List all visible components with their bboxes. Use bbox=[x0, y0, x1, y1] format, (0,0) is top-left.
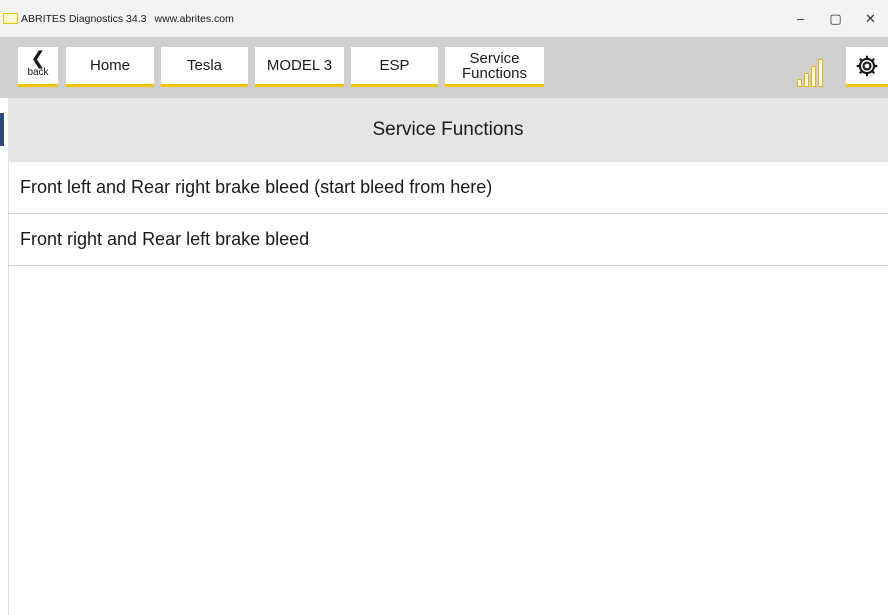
breadcrumb-service-functions[interactable]: Service Functions bbox=[445, 47, 544, 87]
app-title: ABRITES Diagnostics 34.3 bbox=[21, 12, 147, 25]
window-titlebar: ABRITES Diagnostics 34.3 www.abrites.com… bbox=[0, 0, 888, 37]
window-controls: – ▢ ✕ bbox=[783, 0, 888, 37]
close-button[interactable]: ✕ bbox=[853, 0, 888, 37]
chevron-left-icon: ❮ bbox=[30, 48, 46, 68]
service-function-list: Front left and Rear right brake bleed (s… bbox=[8, 162, 888, 266]
list-item[interactable]: Front left and Rear right brake bleed (s… bbox=[8, 162, 888, 214]
settings-button[interactable] bbox=[846, 47, 888, 87]
signal-bar bbox=[797, 79, 802, 87]
gear-icon bbox=[856, 55, 878, 76]
signal-strength-icon bbox=[797, 52, 833, 87]
breadcrumb-current-line1: Service bbox=[469, 49, 520, 67]
breadcrumb-current-line2: Functions bbox=[461, 64, 528, 82]
breadcrumb-model[interactable]: MODEL 3 bbox=[255, 47, 344, 87]
signal-bar bbox=[804, 73, 809, 87]
minimize-button[interactable]: – bbox=[783, 0, 818, 37]
app-logo-icon bbox=[3, 13, 18, 24]
signal-bar bbox=[811, 66, 816, 87]
left-edge-marker bbox=[0, 113, 4, 146]
signal-bar bbox=[818, 59, 823, 87]
breadcrumb-tesla[interactable]: Tesla bbox=[161, 47, 248, 87]
list-item[interactable]: Front right and Rear left brake bleed bbox=[8, 214, 888, 266]
maximize-button[interactable]: ▢ bbox=[818, 0, 853, 37]
breadcrumb-home[interactable]: Home bbox=[66, 47, 154, 87]
page-title: Service Functions bbox=[8, 98, 888, 162]
back-button[interactable]: ❮ back bbox=[18, 47, 58, 87]
app-url: www.abrites.com bbox=[154, 12, 234, 25]
back-label: back bbox=[27, 67, 49, 78]
breadcrumb-bar: ❮ back Home Tesla MODEL 3 ESP Service Fu… bbox=[0, 37, 888, 98]
breadcrumb-esp[interactable]: ESP bbox=[351, 47, 438, 87]
